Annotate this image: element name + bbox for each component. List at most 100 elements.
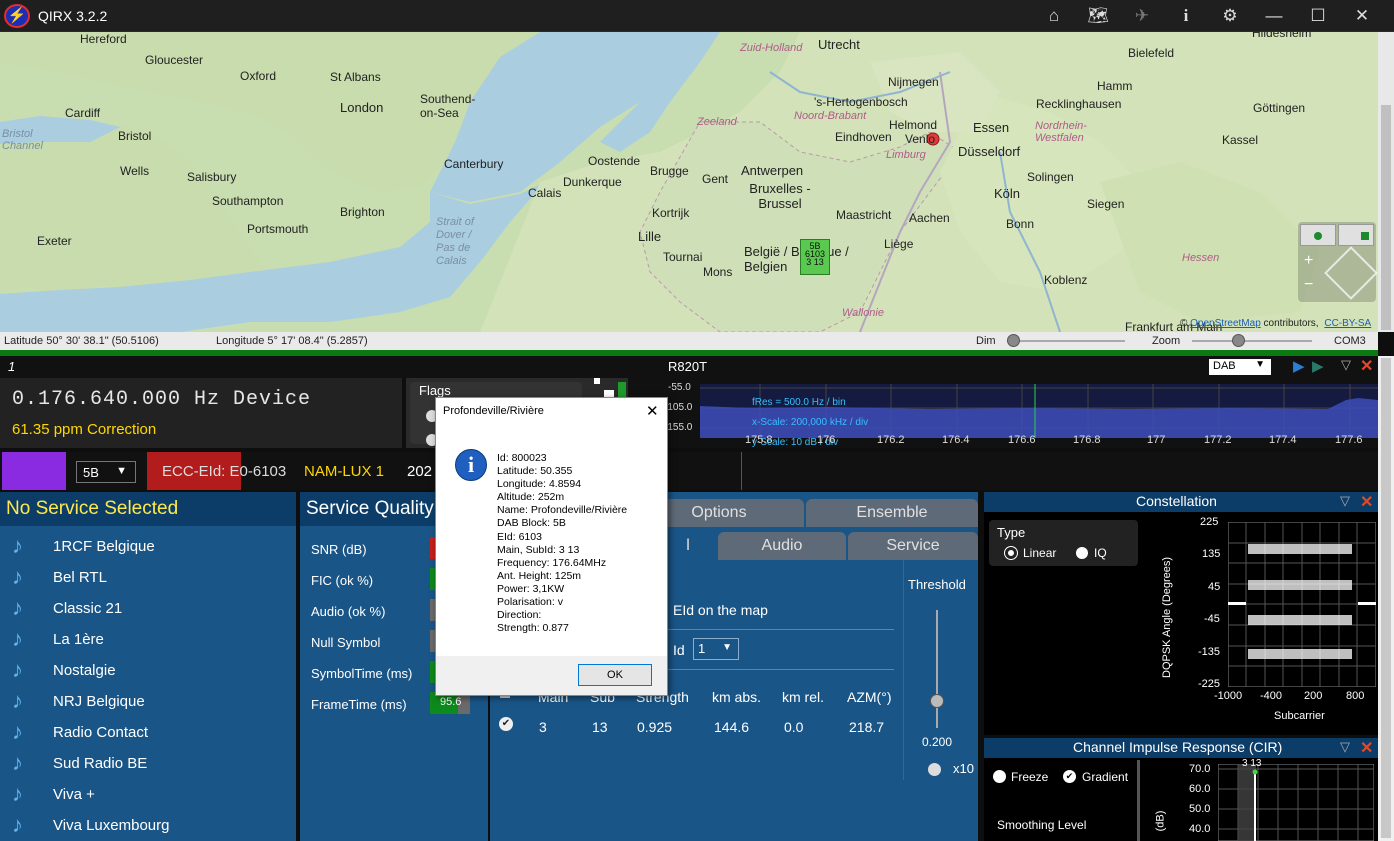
collapse-icon[interactable]: ▽	[1340, 739, 1350, 755]
map-label: Nordrhein-Westfalen	[1035, 120, 1087, 144]
collapse-icon[interactable]: ▽	[1341, 357, 1351, 373]
dim-label: Dim	[976, 335, 996, 347]
service-item[interactable]: ♪ Sud Radio BE	[0, 748, 296, 779]
zoom-out-icon[interactable]: −	[1304, 276, 1313, 294]
db-tick: -105.0	[664, 402, 693, 413]
map-view[interactable]: Hereford Gloucester Oxford St Albans Car…	[0, 32, 1378, 332]
map-label: Düsseldorf	[958, 144, 1021, 159]
map-label: Portsmouth	[247, 222, 309, 236]
tab-service[interactable]: Service	[848, 532, 978, 560]
close-panel-icon[interactable]: ✕	[1360, 356, 1373, 376]
map-label: Lille	[638, 229, 662, 244]
ppm-correction[interactable]: 61.35 ppm Correction	[12, 421, 156, 438]
dim-slider[interactable]	[1010, 340, 1125, 342]
pan-control-icon[interactable]	[1324, 246, 1378, 300]
block-select[interactable]: 5B ▼	[76, 461, 136, 483]
tab-active[interactable]: l	[660, 532, 716, 560]
zoom-in-icon[interactable]: +	[1304, 252, 1313, 270]
const-xlabel: Subcarrier	[1274, 710, 1325, 722]
map-book-icon[interactable]: 🗺	[1085, 5, 1111, 27]
linear-radio[interactable]	[1005, 547, 1017, 559]
license-link[interactable]: CC-BY-SA	[1324, 318, 1371, 329]
map-label: Maastricht	[836, 208, 892, 222]
spectrum-panel[interactable]: -55.0 -105.0 -155.0 fRes = 500.0 Hz / bi…	[628, 378, 1378, 448]
minimize-icon[interactable]: —	[1261, 5, 1287, 27]
dialog-close-icon[interactable]: ✕	[646, 402, 659, 420]
row-check-icon[interactable]: ✔	[499, 717, 513, 731]
service-item[interactable]: ♪ Bel RTL	[0, 562, 296, 593]
service-item[interactable]: ♪ Viva Luxembourg	[0, 810, 296, 841]
gear-icon[interactable]: ⚙	[1217, 5, 1243, 27]
close-panel-icon[interactable]: ✕	[1360, 492, 1373, 512]
service-item[interactable]: ♪ Classic 21	[0, 593, 296, 624]
frequency-display[interactable]: 0.176.640.000 Hz Device	[12, 388, 311, 411]
info-icon[interactable]: i	[1173, 5, 1199, 27]
freeze-checkbox[interactable]	[993, 770, 1006, 783]
map-label: Canterbury	[444, 157, 504, 171]
music-note-icon: ♪	[12, 750, 23, 775]
map-layer-button[interactable]	[1300, 224, 1336, 246]
service-item[interactable]: ♪ NRJ Belgique	[0, 686, 296, 717]
ensemble-color-swatch	[2, 452, 66, 490]
map-label: Hamm	[1097, 79, 1133, 93]
service-quality-title: Service Quality	[306, 498, 434, 519]
close-icon[interactable]: ✕	[1349, 5, 1375, 27]
quality-label: FrameTime (ms)	[311, 697, 407, 712]
window-scroll-thumb[interactable]	[1381, 358, 1391, 838]
satellite-icon[interactable]: ✈	[1129, 5, 1155, 27]
id-select[interactable]: 1 ▼	[693, 638, 739, 660]
cir-ylabel: (dB)	[1154, 810, 1167, 832]
service-item[interactable]: ♪ Radio Contact	[0, 717, 296, 748]
zoom-slider-thumb[interactable]	[1232, 334, 1245, 347]
map-scroll-thumb[interactable]	[1381, 105, 1391, 330]
window-scrollbar[interactable]	[1378, 356, 1394, 841]
service-name: NRJ Belgique	[53, 693, 145, 710]
map-label: Helmond	[889, 118, 938, 132]
play-next-icon[interactable]: ▶	[1312, 357, 1324, 375]
service-item[interactable]: ♪ La 1ère	[0, 624, 296, 655]
cir-ytick: 50.0	[1189, 803, 1211, 815]
dialog-line: Strength: 0.877	[497, 622, 569, 635]
fres-label: fRes = 500.0 Hz / bin	[752, 397, 846, 408]
map-label: Solingen	[1027, 170, 1074, 184]
tab-ensemble[interactable]: Ensemble	[806, 499, 978, 527]
close-panel-icon[interactable]: ✕	[1360, 738, 1373, 758]
const-ytick: 225	[1200, 516, 1219, 528]
dialog-line: Power: 3,1KW	[497, 582, 565, 595]
zoom-slider[interactable]	[1192, 340, 1312, 342]
map-label: Calais	[528, 186, 562, 200]
dim-slider-thumb[interactable]	[1007, 334, 1020, 347]
mode-select[interactable]: DAB ▼	[1209, 359, 1271, 375]
home-icon[interactable]: ⌂	[1041, 5, 1067, 27]
freq-tick: 177.4	[1269, 434, 1297, 446]
service-item[interactable]: ♪ Nostalgie	[0, 655, 296, 686]
music-note-icon: ♪	[12, 812, 23, 837]
tab-audio[interactable]: Audio	[718, 532, 846, 560]
play-icon[interactable]: ▶	[1293, 357, 1305, 375]
longitude-readout: Longitude 5° 17' 08.4" (5.2857)	[216, 335, 368, 347]
ok-button[interactable]: OK	[578, 664, 652, 686]
dialog-line: Direction:	[497, 609, 542, 622]
map-label: Eindhoven	[835, 130, 892, 144]
service-item[interactable]: ♪ Viva +	[0, 779, 296, 810]
maximize-icon[interactable]: ☐	[1305, 5, 1331, 27]
osm-link[interactable]: OpenStreetMap	[1190, 318, 1261, 329]
block-value: 5B	[83, 465, 99, 480]
threshold-slider[interactable]	[936, 610, 938, 728]
map-label: Brighton	[340, 205, 385, 219]
transmitter-marker[interactable]: 5B 6103 3 13	[800, 239, 830, 275]
collapse-icon[interactable]: ▽	[1340, 493, 1350, 509]
map-label: Koblenz	[1044, 273, 1088, 287]
x10-checkbox[interactable]	[928, 763, 941, 776]
cir-plot	[1218, 764, 1374, 841]
service-item[interactable]: ♪ 1RCF Belgique	[0, 531, 296, 562]
map-label: Noord-Brabant	[794, 110, 867, 122]
gradient-checkbox[interactable]: ✔	[1063, 770, 1076, 783]
iq-radio[interactable]	[1076, 547, 1088, 559]
map-layer-button[interactable]	[1338, 224, 1374, 246]
music-note-icon: ♪	[12, 688, 23, 713]
map-label: St Albans	[330, 70, 381, 84]
threshold-slider-thumb[interactable]	[930, 694, 944, 708]
map-label: Bristol	[118, 129, 152, 143]
service-name: Classic 21	[53, 600, 123, 617]
